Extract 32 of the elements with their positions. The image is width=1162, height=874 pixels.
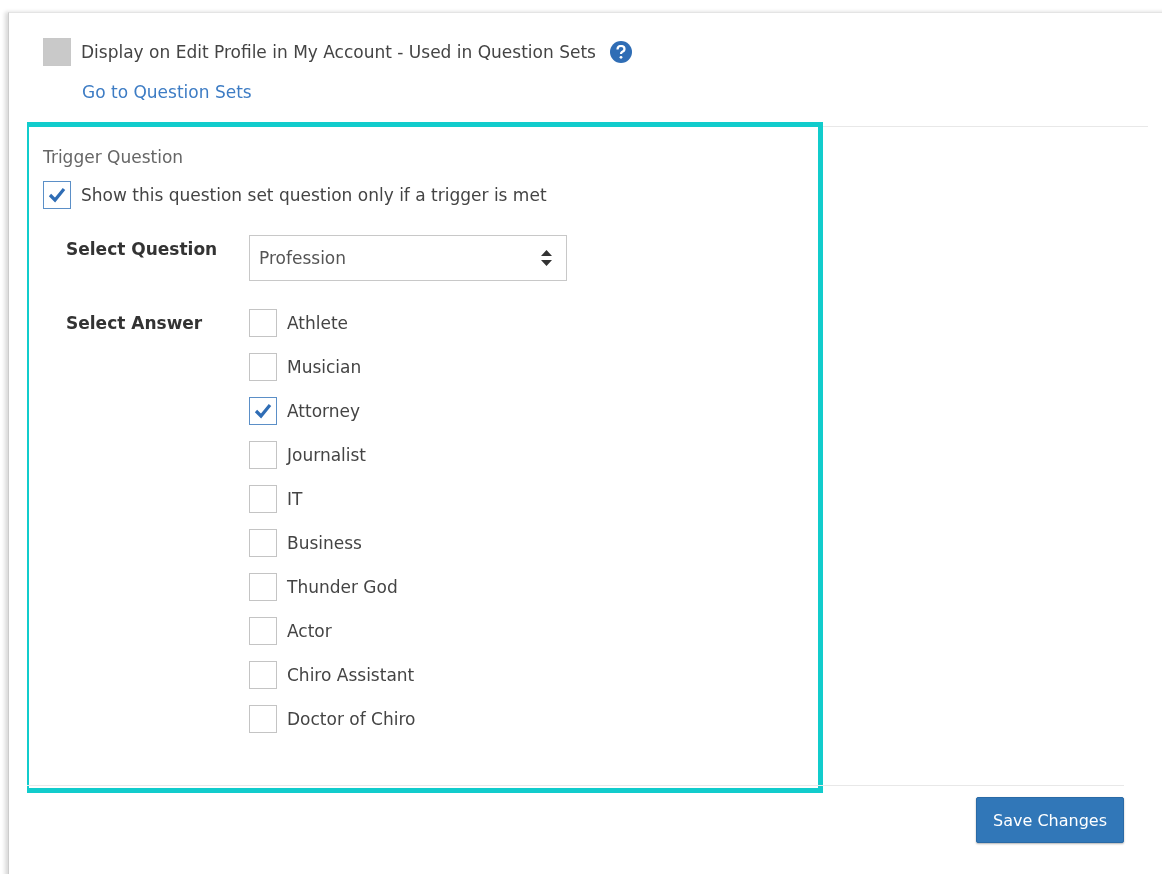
answer-label: Musician bbox=[287, 357, 362, 377]
checkbox[interactable] bbox=[43, 181, 71, 209]
checkbox[interactable] bbox=[249, 309, 277, 337]
section-heading: Trigger Question bbox=[43, 147, 185, 167]
checkbox[interactable] bbox=[249, 661, 277, 689]
answer-label: Thunder God bbox=[287, 577, 398, 597]
help-icon[interactable] bbox=[609, 41, 632, 63]
sort-arrows-icon bbox=[541, 250, 552, 266]
field-label: Select Question bbox=[66, 238, 219, 261]
checkbox[interactable] bbox=[249, 485, 277, 513]
answer-label: Attorney bbox=[287, 401, 361, 421]
checkmark-icon bbox=[48, 187, 66, 203]
question-select[interactable]: Profession bbox=[249, 235, 567, 281]
answer-label: Athlete bbox=[287, 313, 349, 333]
answer-label: Journalist bbox=[287, 445, 367, 465]
answer-label: Actor bbox=[287, 621, 332, 641]
answer-label: Doctor of Chiro bbox=[287, 709, 416, 729]
checkmark-icon bbox=[254, 403, 272, 419]
checkbox[interactable] bbox=[249, 617, 277, 645]
checkbox[interactable] bbox=[249, 529, 277, 557]
checkbox[interactable] bbox=[249, 705, 277, 733]
checkbox[interactable] bbox=[249, 573, 277, 601]
checkbox[interactable] bbox=[249, 441, 277, 469]
checkbox[interactable] bbox=[249, 397, 277, 425]
checkbox-label: Display on Edit Profile in My Account - Used in Question Sets bbox=[81, 42, 596, 62]
answer-label: IT bbox=[287, 489, 303, 509]
save-button[interactable]: Save Changes bbox=[976, 797, 1124, 843]
checkbox[interactable] bbox=[249, 353, 277, 381]
answer-label: Business bbox=[287, 533, 362, 553]
answer-label: Chiro Assistant bbox=[287, 665, 415, 685]
field-label: Select Answer bbox=[66, 312, 204, 335]
checkbox-label: Show this question set question only if a trigger is met bbox=[81, 185, 547, 205]
